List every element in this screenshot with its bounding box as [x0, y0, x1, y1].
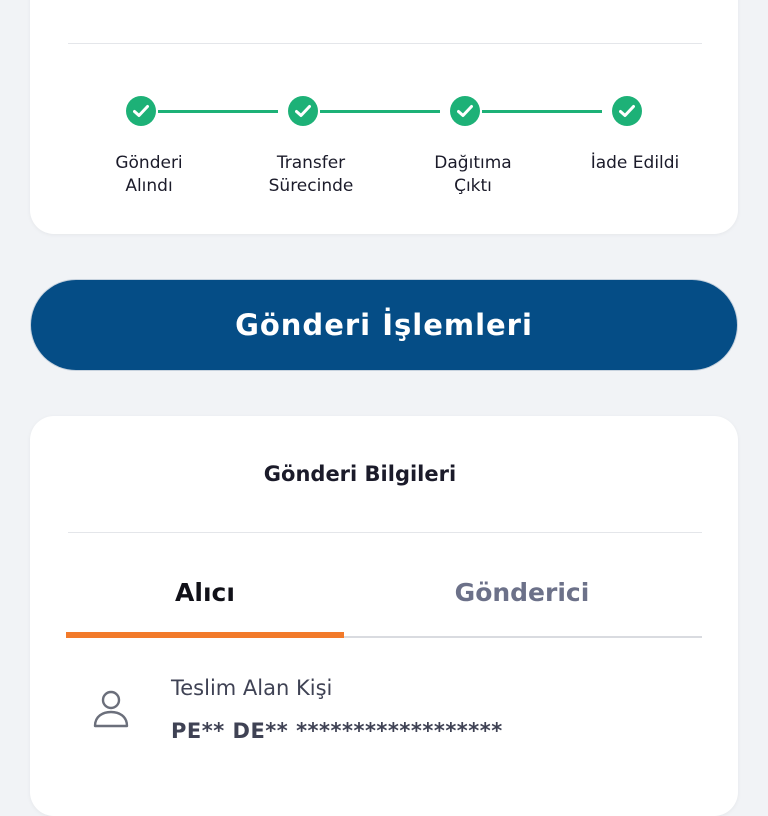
shipment-info-title: Gönderi Bilgileri	[263, 462, 457, 486]
step-label-in-transfer: Transfer Sürecinde	[268, 153, 354, 196]
check-circle-icon	[612, 96, 642, 126]
step-connector	[320, 110, 440, 113]
divider	[68, 43, 702, 44]
step-label-received: Gönderi Alındı	[115, 153, 183, 196]
receiver-name-label: Teslim Alan Kişi	[171, 676, 333, 700]
receiver-name-value: PE** DE** ******************	[171, 719, 503, 743]
check-circle-icon	[288, 96, 318, 126]
tab-recipient[interactable]: Alıcı	[66, 578, 344, 607]
tab-sender[interactable]: Gönderici	[344, 578, 700, 607]
shipment-actions-button[interactable]: Gönderi İşlemleri	[31, 280, 737, 370]
check-circle-icon	[126, 96, 156, 126]
person-icon	[90, 688, 134, 732]
step-label-returned: İade Edildi	[590, 153, 680, 173]
step-connector	[158, 110, 278, 113]
active-tab-indicator	[66, 632, 344, 638]
divider	[68, 532, 702, 533]
step-label-out-for-delivery: Dağıtıma Çıktı	[434, 153, 512, 196]
check-circle-icon	[450, 96, 480, 126]
step-connector	[482, 110, 602, 113]
